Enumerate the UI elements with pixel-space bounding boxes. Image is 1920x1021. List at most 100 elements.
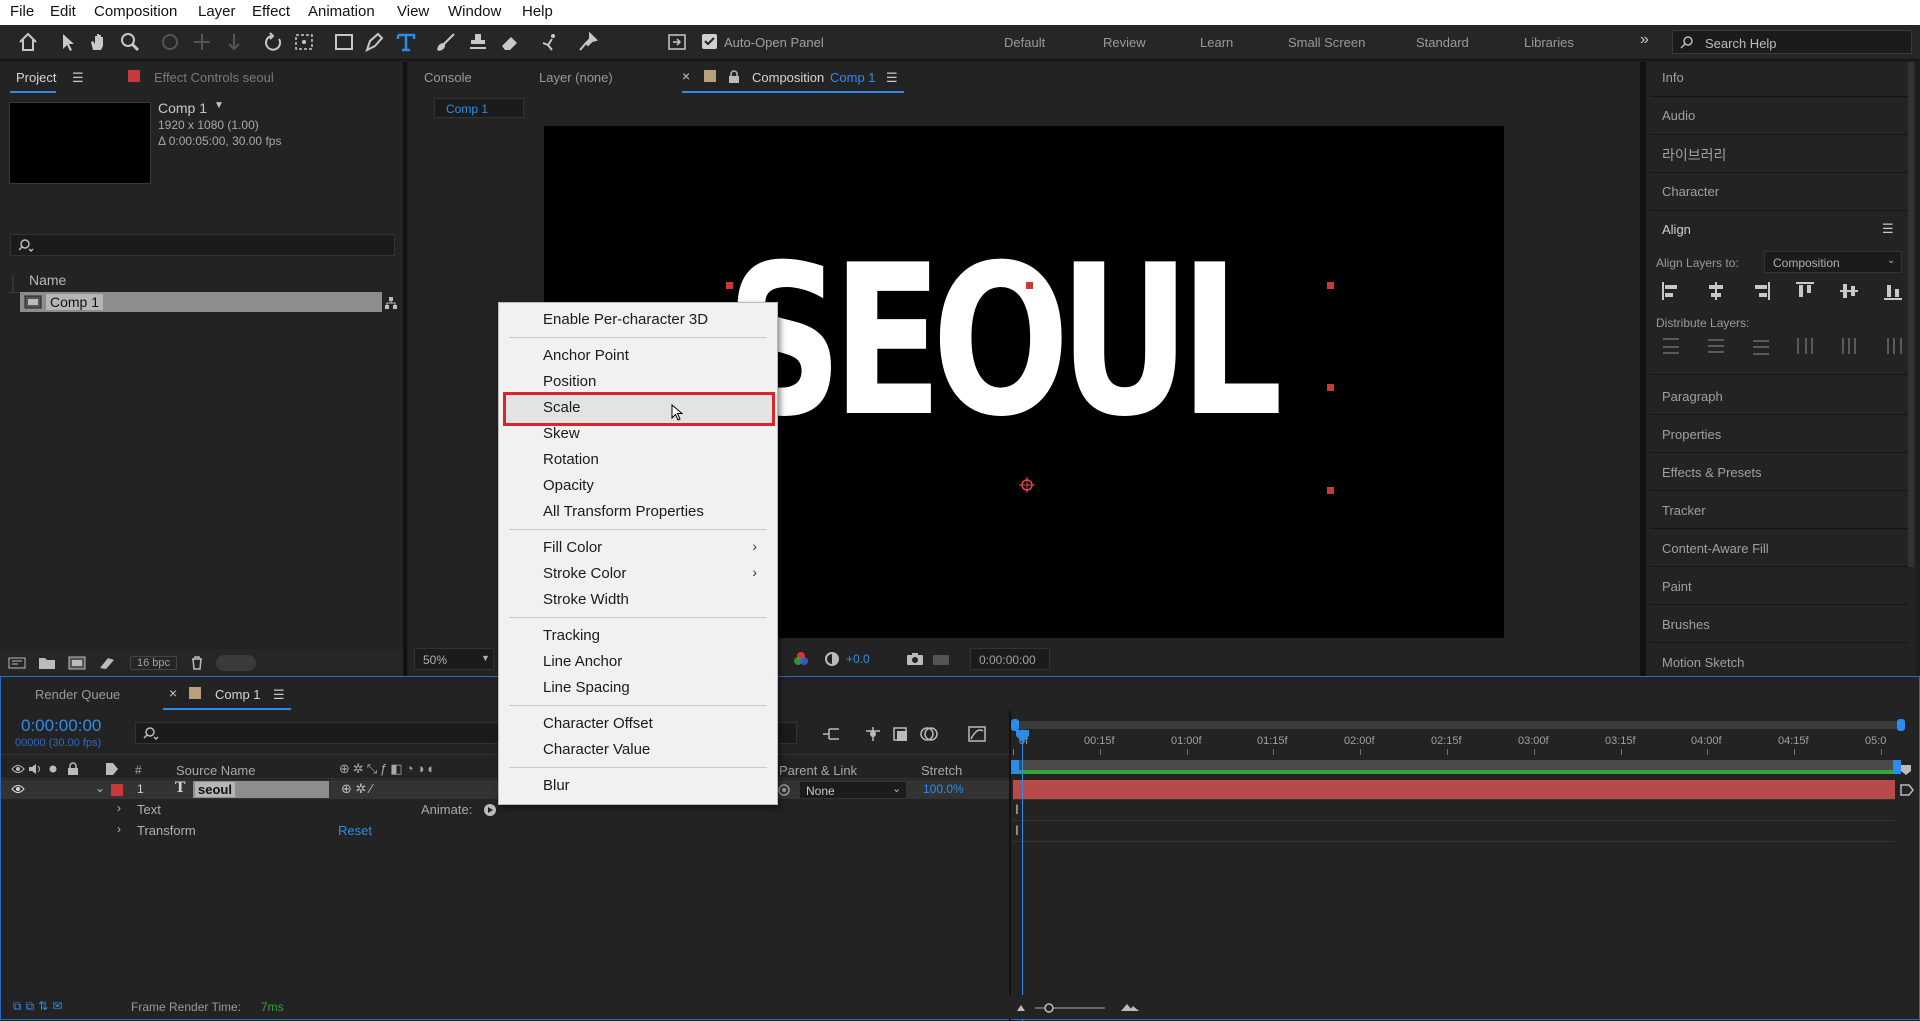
zoom-tool-icon[interactable] xyxy=(118,31,142,53)
property-transform[interactable]: Transform xyxy=(137,823,196,838)
hand-tool-icon[interactable] xyxy=(86,31,110,53)
pan-camera-icon[interactable] xyxy=(190,31,214,53)
parent-link-column-header[interactable]: Parent & Link xyxy=(779,763,857,778)
panel-content-aware-fill[interactable]: Content-Aware Fill xyxy=(1662,541,1769,556)
menu-animation[interactable]: Animation xyxy=(308,3,375,20)
brush-tool-icon[interactable] xyxy=(434,31,458,53)
zoom-dropdown[interactable]: 50% ▼ xyxy=(414,648,494,670)
transform-handle[interactable] xyxy=(1026,282,1033,289)
pan-behind-icon[interactable] xyxy=(292,31,316,53)
rotation-tool-icon[interactable] xyxy=(262,31,286,53)
expand-transform-chevron-icon[interactable]: › xyxy=(117,822,121,836)
source-name-column-header[interactable]: Source Name xyxy=(176,763,255,778)
transform-handle[interactable] xyxy=(1327,487,1334,494)
canvas-text-layer[interactable]: SEOUL xyxy=(726,238,1283,446)
layer-switches-icons[interactable]: ⊕ ✲ ⁄ xyxy=(341,781,372,797)
layer-marker-icon[interactable] xyxy=(1899,783,1917,797)
project-item-row[interactable]: Comp 1 xyxy=(20,292,382,312)
puppet-pin-icon[interactable] xyxy=(576,31,600,53)
switches-column-icons[interactable]: ⊕✲⤡ƒ◧◔◑◐ xyxy=(339,761,438,777)
project-scrollbar[interactable] xyxy=(216,655,256,671)
distribute-left-icon[interactable] xyxy=(1794,335,1816,357)
orbit-camera-icon[interactable] xyxy=(158,31,182,53)
graph-editor-icon[interactable] xyxy=(967,725,987,743)
workspace-review[interactable]: Review xyxy=(1103,35,1146,50)
frame-blending-icon[interactable] xyxy=(919,725,939,743)
bit-depth-button[interactable]: 16 bpc xyxy=(130,656,178,670)
layer-label-color[interactable] xyxy=(111,784,123,796)
timeline-menu-icon[interactable]: ☰ xyxy=(273,687,285,703)
search-help-field[interactable]: Search Help xyxy=(1672,30,1912,54)
flowchart-icon[interactable] xyxy=(384,296,398,310)
distribute-hcenter-icon[interactable] xyxy=(1838,335,1860,357)
timeline-footer-toggle-icons[interactable]: ⧉⧉⇅✉ xyxy=(13,999,66,1014)
parent-pickwhip-icon[interactable] xyxy=(777,783,791,797)
transform-handle[interactable] xyxy=(1327,282,1334,289)
parent-dropdown[interactable]: None ⌄ xyxy=(799,781,907,799)
menu-composition[interactable]: Composition xyxy=(94,3,177,20)
align-horizontal-center-icon[interactable] xyxy=(1705,280,1727,302)
reset-exposure-icon[interactable] xyxy=(824,651,840,667)
hide-shy-layers-icon[interactable] xyxy=(891,725,911,743)
workspace-small-screen[interactable]: Small Screen xyxy=(1288,35,1365,50)
type-tool-icon[interactable] xyxy=(394,31,418,53)
viewer-timecode[interactable]: 0:00:00:00 xyxy=(970,648,1050,670)
close-tab-icon[interactable]: × xyxy=(682,68,690,84)
menu-effect[interactable]: Effect xyxy=(252,3,290,20)
timeline-splitter[interactable] xyxy=(1009,711,1011,1021)
home-icon[interactable] xyxy=(16,31,40,53)
panel-libraries-korean[interactable]: 라이브러리 xyxy=(1662,145,1726,165)
menu-edit[interactable]: Edit xyxy=(50,3,76,20)
composition-mini-flowchart-icon[interactable] xyxy=(821,725,841,743)
name-column-header[interactable]: Name xyxy=(29,272,66,288)
layer-name-field[interactable]: seoul xyxy=(193,781,329,798)
work-area-bar[interactable] xyxy=(1013,760,1893,770)
menu-help[interactable]: Help xyxy=(522,3,553,20)
project-search-input[interactable] xyxy=(10,234,395,256)
work-area-start[interactable] xyxy=(1011,760,1019,774)
menu-layer[interactable]: Layer xyxy=(198,3,236,20)
distribute-bottom-icon[interactable] xyxy=(1750,335,1772,357)
menu-window[interactable]: Window xyxy=(448,3,501,20)
align-left-icon[interactable] xyxy=(1660,280,1682,302)
workspace-standard[interactable]: Standard xyxy=(1416,35,1469,50)
transform-handle[interactable] xyxy=(726,282,733,289)
menu-item-fill-color[interactable]: Fill Color xyxy=(543,539,602,556)
panel-paint[interactable]: Paint xyxy=(1662,579,1692,594)
comp-name[interactable]: Comp 1 xyxy=(158,100,207,116)
animate-play-icon[interactable] xyxy=(483,803,497,817)
comp-marker-bin-icon[interactable] xyxy=(1899,763,1913,777)
video-eye-icon[interactable] xyxy=(11,763,25,775)
lock-icon[interactable] xyxy=(728,70,740,84)
tab-effect-controls[interactable]: Effect Controls seoul xyxy=(154,70,274,85)
current-time-display[interactable]: 0:00:00:00 xyxy=(21,716,101,736)
roto-brush-icon[interactable] xyxy=(538,31,562,53)
zoom-slider[interactable] xyxy=(1015,1001,1145,1015)
playhead-handle[interactable] xyxy=(1015,729,1030,743)
layer-visibility-eye-icon[interactable] xyxy=(11,783,25,795)
new-folder-icon[interactable] xyxy=(38,656,56,670)
align-layers-to-dropdown[interactable]: Composition ⌄ xyxy=(1764,251,1902,273)
workspace-default[interactable]: Default xyxy=(1004,35,1045,50)
right-panel-scrollbar[interactable] xyxy=(1908,62,1914,567)
keyframe-marker-icon[interactable]: I xyxy=(1015,801,1019,817)
expand-text-chevron-icon[interactable]: › xyxy=(117,801,121,815)
time-ruler[interactable]: 0f 00:15f 01:00f 01:15f 02:00f 02:15f 03:00f 03… xyxy=(1013,729,1905,755)
new-composition-icon[interactable] xyxy=(68,656,86,670)
viewer-menu-icon[interactable]: ☰ xyxy=(886,70,898,86)
panel-align[interactable]: Align xyxy=(1662,222,1691,237)
auto-open-panel-checkbox[interactable] xyxy=(702,34,717,49)
panel-divider[interactable] xyxy=(403,62,407,676)
menu-item-rotation[interactable]: Rotation xyxy=(543,451,599,468)
menu-item-position[interactable]: Position xyxy=(543,373,596,390)
snapshot-camera-icon[interactable] xyxy=(906,652,924,666)
menu-item-tracking[interactable]: Tracking xyxy=(543,627,600,644)
solo-icon[interactable] xyxy=(47,763,59,775)
tab-project[interactable]: Project xyxy=(16,70,56,85)
clone-stamp-icon[interactable] xyxy=(466,31,490,53)
menu-item-scale[interactable]: Scale xyxy=(543,399,581,416)
distribute-vcenter-icon[interactable] xyxy=(1705,335,1727,357)
close-tab-icon[interactable]: × xyxy=(169,685,177,701)
exposure-value[interactable]: +0.0 xyxy=(846,652,870,666)
layer-duration-bar[interactable] xyxy=(1013,780,1895,799)
